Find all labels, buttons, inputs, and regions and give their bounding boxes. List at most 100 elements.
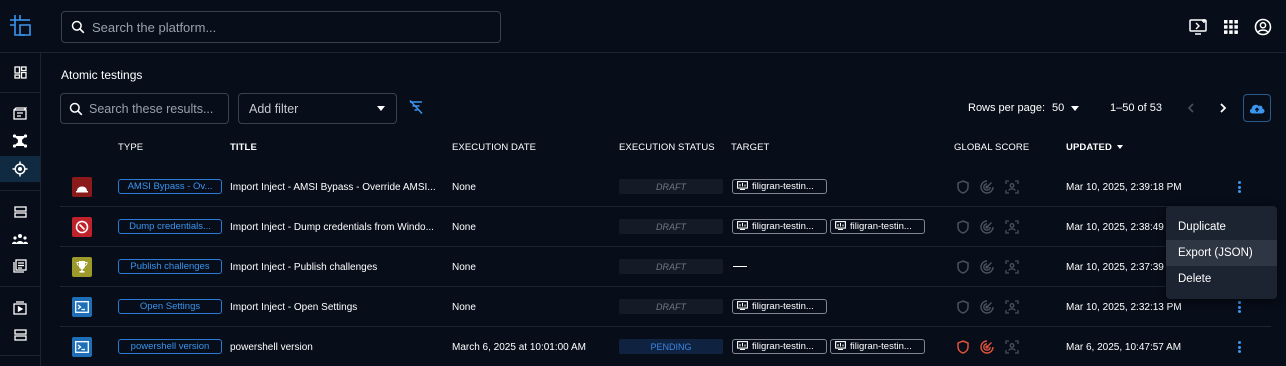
search-icon	[71, 20, 85, 39]
updated-date: Mar 10, 2025, 2:39:18 PM	[1066, 181, 1182, 193]
updated-date: Mar 6, 2025, 10:47:57 AM	[1066, 341, 1182, 353]
more-actions-icon[interactable]	[1234, 299, 1244, 315]
execution-date: None	[452, 181, 476, 193]
type-tag: Dump credentials...	[118, 219, 222, 234]
row-title[interactable]: powershell version	[230, 327, 452, 366]
import-button[interactable]	[1243, 94, 1271, 122]
nav-components-icon[interactable]	[0, 253, 40, 279]
top-bar	[0, 0, 1286, 53]
nav-simulations-icon[interactable]	[0, 128, 40, 154]
status-badge: DRAFT	[619, 179, 723, 194]
chevron-down-icon	[377, 106, 385, 111]
apps-grid-icon[interactable]	[1221, 17, 1241, 37]
terminal-icon	[72, 297, 92, 317]
detection-score-icon	[979, 299, 995, 315]
column-header-type[interactable]: TYPE	[118, 142, 143, 153]
target-label: filigran-testin...	[752, 181, 814, 192]
row-title[interactable]: Import Inject - AMSI Bypass - Override A…	[230, 167, 452, 207]
status-badge: PENDING	[619, 339, 723, 354]
openbas-logo-icon[interactable]	[4, 8, 36, 42]
table-row[interactable]: AMSI Bypass - Ov... Import Inject - AMSI …	[60, 167, 1271, 207]
endpoint-icon	[737, 300, 748, 313]
detection-score-icon	[979, 179, 995, 195]
prevention-score-icon	[955, 339, 971, 355]
previous-page-icon[interactable]	[1184, 100, 1198, 121]
more-actions-icon[interactable]	[1234, 339, 1244, 355]
menu-item-delete[interactable]: Delete	[1166, 266, 1277, 292]
table-row[interactable]: Dump credentials... Import Inject - Dump …	[60, 207, 1271, 247]
terminal-icon	[72, 337, 92, 357]
chevron-down-icon[interactable]	[1071, 106, 1079, 111]
target-chip[interactable]: filigran-testin...	[732, 179, 827, 194]
target-chip[interactable]: filigran-testin...	[830, 219, 925, 234]
target-chip[interactable]: filigran-testin...	[732, 219, 827, 234]
nav-settings-icon[interactable]	[0, 322, 40, 348]
detection-score-icon	[979, 339, 995, 355]
column-header-execution-status[interactable]: EXECUTION STATUS	[619, 142, 715, 153]
xtm-hub-icon[interactable]	[1189, 17, 1209, 37]
table-row[interactable]: powershell version powershell version Marc…	[60, 327, 1271, 366]
trophy-icon	[72, 257, 92, 277]
global-search[interactable]	[61, 11, 501, 43]
endpoint-icon	[737, 180, 748, 193]
rows-per-page-select[interactable]: 50	[1052, 102, 1064, 114]
human-response-score-icon	[1004, 219, 1020, 235]
endpoint-icon	[737, 340, 748, 353]
table-row[interactable]: Publish challenges Import Inject - Publis…	[60, 247, 1271, 287]
status-badge: DRAFT	[619, 219, 723, 234]
type-tag: Publish challenges	[118, 259, 222, 274]
execution-date: None	[452, 301, 476, 313]
human-response-score-icon	[1004, 259, 1020, 275]
target-chip[interactable]: filigran-testin...	[830, 339, 925, 354]
page-title: Atomic testings	[61, 68, 143, 82]
endpoint-icon	[835, 340, 846, 353]
left-navigation	[0, 53, 41, 366]
column-header-updated[interactable]: UPDATED	[1066, 142, 1123, 153]
global-search-input[interactable]	[92, 12, 492, 42]
execution-date: None	[452, 221, 476, 233]
rows-per-page-label: Rows per page:	[968, 102, 1046, 114]
target-label: filigran-testin...	[752, 341, 814, 352]
cloud-upload-icon	[1249, 104, 1265, 114]
human-response-score-icon	[1004, 179, 1020, 195]
target-label: filigran-testin...	[752, 221, 814, 232]
prevention-score-icon	[955, 179, 971, 195]
menu-item-duplicate[interactable]: Duplicate	[1166, 214, 1277, 240]
prevention-score-icon	[955, 299, 971, 315]
more-actions-icon[interactable]	[1234, 179, 1244, 195]
row-title[interactable]: Import Inject - Open Settings	[230, 287, 452, 327]
column-header-updated-label: UPDATED	[1066, 142, 1112, 153]
column-header-global-score[interactable]: GLOBAL SCORE	[954, 142, 1029, 153]
execution-date: March 6, 2025 at 10:01:00 AM	[452, 341, 586, 353]
results-search-input[interactable]	[89, 94, 225, 123]
target-label: filigran-testin...	[850, 341, 912, 352]
nav-teams-icon[interactable]	[0, 226, 40, 252]
add-filter-select[interactable]: Add filter	[238, 93, 397, 124]
target-chip[interactable]: filigran-testin...	[732, 299, 827, 314]
type-tag: powershell version	[118, 339, 222, 354]
row-title[interactable]: Import Inject - Dump credentials from Wi…	[230, 207, 452, 247]
target-chip[interactable]: filigran-testin...	[732, 339, 827, 354]
nav-atomic-testings-icon[interactable]	[0, 156, 40, 182]
nav-assets-icon[interactable]	[0, 199, 40, 225]
results-search[interactable]	[60, 93, 229, 124]
account-icon[interactable]	[1253, 17, 1273, 37]
no-entry-icon	[72, 217, 92, 237]
column-header-target[interactable]: TARGET	[731, 142, 769, 153]
human-response-score-icon	[1004, 299, 1020, 315]
row-title[interactable]: Import Inject - Publish challenges	[230, 247, 452, 287]
next-page-icon[interactable]	[1216, 100, 1230, 121]
nav-integrations-icon[interactable]	[0, 295, 40, 321]
human-response-score-icon	[1004, 339, 1020, 355]
table-row[interactable]: Open Settings Import Inject - Open Settin…	[60, 287, 1271, 327]
menu-item-export-json[interactable]: Export (JSON)	[1166, 240, 1277, 266]
nav-scenarios-icon[interactable]	[0, 100, 40, 126]
prevention-score-icon	[955, 259, 971, 275]
pagination-range: 1–50 of 53	[1110, 102, 1162, 114]
nav-home-icon[interactable]	[0, 59, 40, 85]
target-label: filigran-testin...	[850, 221, 912, 232]
column-header-execution-date[interactable]: EXECUTION DATE	[452, 142, 536, 153]
execution-date: None	[452, 261, 476, 273]
clear-filters-icon[interactable]	[408, 99, 424, 120]
column-header-title[interactable]: TITLE	[230, 142, 257, 153]
